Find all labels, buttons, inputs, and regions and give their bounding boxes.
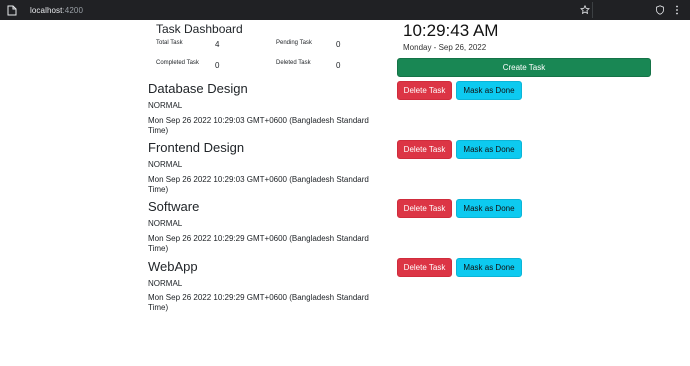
task-title: Database Design [148, 81, 248, 96]
mark-done-button[interactable]: Mask as Done [456, 140, 522, 159]
toolbar-divider [592, 2, 593, 18]
delete-task-button[interactable]: Delete Task [397, 258, 452, 277]
task-created-time: Mon Sep 26 2022 10:29:29 GMT+0600 (Bangl… [148, 234, 369, 253]
delete-task-button[interactable]: Delete Task [397, 140, 452, 159]
task-created-time: Mon Sep 26 2022 10:29:03 GMT+0600 (Bangl… [148, 175, 369, 194]
pending-task-value: 0 [336, 40, 341, 49]
task-created-time: Mon Sep 26 2022 10:29:29 GMT+0600 (Bangl… [148, 293, 369, 312]
task-title: Frontend Design [148, 140, 245, 155]
task-priority: NORMAL [148, 219, 183, 228]
task-title: Software [148, 199, 200, 214]
mark-done-button[interactable]: Mask as Done [456, 81, 522, 100]
mark-done-button[interactable]: Mask as Done [456, 199, 522, 218]
dashboard-title: Task Dashboard [156, 22, 243, 36]
shield-icon[interactable] [655, 0, 665, 20]
create-task-button[interactable]: Create Task [397, 58, 651, 77]
delete-task-button[interactable]: Delete Task [397, 199, 452, 218]
clock-time: 10:29:43 AM [403, 21, 499, 40]
clock-date: Monday - Sep 26, 2022 [403, 43, 487, 52]
bookmark-star-icon[interactable] [580, 0, 590, 20]
total-task-value: 4 [215, 40, 220, 49]
delete-task-button[interactable]: Delete Task [397, 81, 452, 100]
task-priority: NORMAL [148, 279, 183, 288]
address-bar[interactable]: localhost:4200 [30, 6, 83, 15]
menu-kebab-icon[interactable] [675, 0, 679, 20]
mark-done-button[interactable]: Mask as Done [456, 258, 522, 277]
task-priority: NORMAL [148, 101, 183, 110]
completed-task-value: 0 [215, 61, 220, 70]
url-port: :4200 [62, 5, 84, 15]
deleted-task-label: Deleted Task [276, 60, 311, 66]
total-task-label: Total Task [156, 40, 183, 46]
task-created-time: Mon Sep 26 2022 10:29:03 GMT+0600 (Bangl… [148, 116, 369, 135]
deleted-task-value: 0 [336, 61, 341, 70]
page-info-icon[interactable] [6, 4, 18, 16]
completed-task-label: Completed Task [156, 60, 199, 66]
pending-task-label: Pending Task [276, 40, 312, 46]
url-host: localhost [30, 5, 63, 15]
task-priority: NORMAL [148, 160, 183, 169]
browser-toolbar: localhost:4200 [0, 0, 690, 20]
task-title: WebApp [148, 259, 198, 274]
